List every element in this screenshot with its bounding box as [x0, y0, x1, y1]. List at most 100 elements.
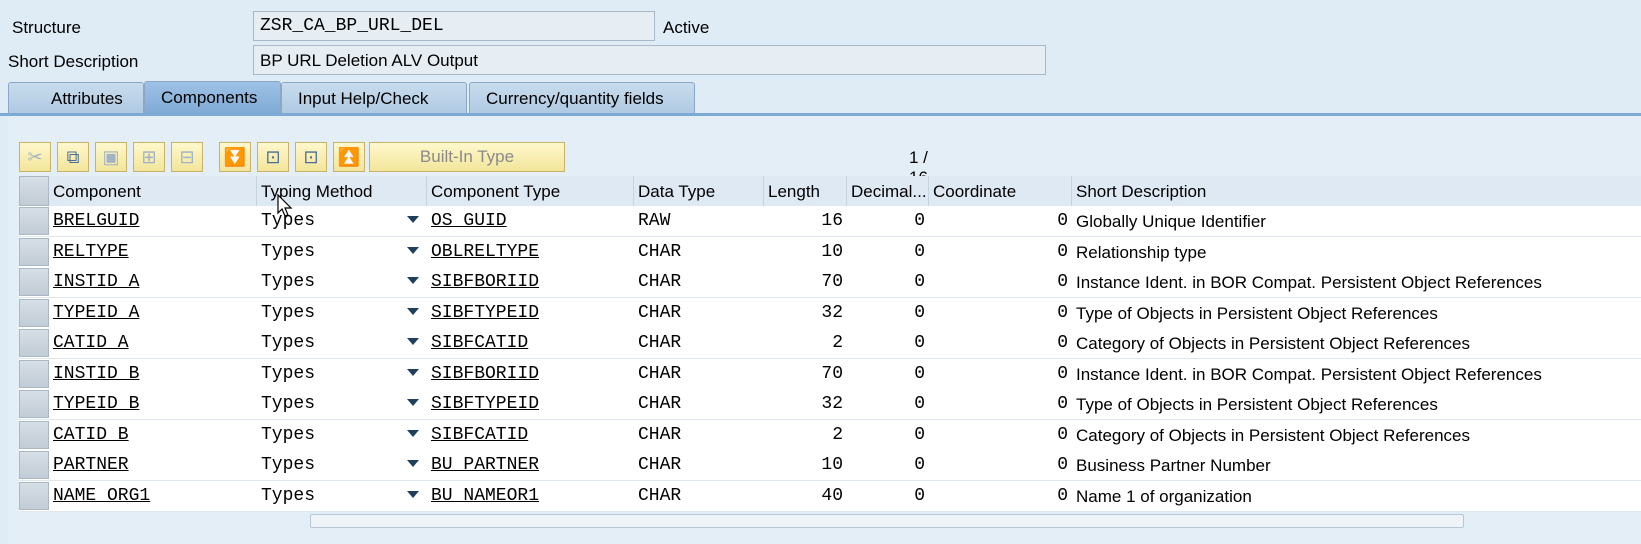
copy-icon[interactable]: ⧉: [57, 142, 89, 172]
table-row[interactable]: INSTID_B Types SIBFBORIID CHAR 70 0 0 Instance …: [19, 358, 1641, 390]
dropdown-arrow-icon[interactable]: [407, 368, 419, 376]
data-type-cell[interactable]: CHAR: [634, 450, 764, 480]
component-cell[interactable]: TYPEID_A: [49, 298, 257, 328]
column-header-decimal[interactable]: Decimal...: [847, 176, 929, 206]
dropdown-arrow-icon[interactable]: [407, 246, 419, 254]
decimal-cell[interactable]: 0: [847, 237, 929, 267]
row-selector[interactable]: [19, 359, 49, 388]
column-header-component-type[interactable]: Component Type: [427, 176, 634, 206]
coordinate-cell[interactable]: 0: [929, 450, 1072, 480]
column-header-length[interactable]: Length: [764, 176, 847, 206]
row-selector[interactable]: [19, 329, 49, 357]
table-row[interactable]: NAME_ORG1 Types BU_NAMEOR1 CHAR 40 0 0 Name 1 o…: [19, 480, 1641, 512]
typing-method-cell[interactable]: Types: [257, 328, 427, 358]
first-icon[interactable]: ⏬: [219, 142, 251, 172]
dropdown-arrow-icon[interactable]: [407, 399, 419, 406]
row-selector[interactable]: [19, 390, 49, 418]
row-selector[interactable]: [19, 237, 49, 266]
decimal-cell[interactable]: 0: [847, 450, 929, 480]
component-cell[interactable]: CATID_B: [49, 420, 257, 450]
length-cell[interactable]: 2: [764, 420, 847, 450]
column-header-short-description[interactable]: Short Description: [1072, 176, 1641, 206]
next-icon[interactable]: ⊡: [295, 142, 327, 172]
decimal-cell[interactable]: 0: [847, 328, 929, 358]
typing-method-cell[interactable]: Types: [257, 359, 427, 389]
delete-row-icon[interactable]: ⊟: [171, 142, 203, 172]
component-type-cell[interactable]: SIBFBORIID: [427, 359, 634, 389]
coordinate-cell[interactable]: 0: [929, 206, 1072, 236]
table-row[interactable]: CATID_B Types SIBFCATID CHAR 2 0 0 Category of …: [19, 419, 1641, 451]
previous-icon[interactable]: ⊡: [257, 142, 289, 172]
component-type-cell[interactable]: SIBFBORIID: [427, 267, 634, 297]
length-cell[interactable]: 2: [764, 328, 847, 358]
typing-method-cell[interactable]: Types: [257, 298, 427, 328]
component-cell[interactable]: RELTYPE: [49, 237, 257, 267]
built-in-type-button[interactable]: Built-In Type: [369, 142, 565, 172]
row-selector[interactable]: [19, 207, 49, 235]
row-selector[interactable]: [19, 420, 49, 449]
coordinate-cell[interactable]: 0: [929, 237, 1072, 267]
data-type-cell[interactable]: RAW: [634, 206, 764, 236]
coordinate-cell[interactable]: 0: [929, 267, 1072, 297]
length-cell[interactable]: 10: [764, 237, 847, 267]
component-type-cell[interactable]: SIBFTYPEID: [427, 298, 634, 328]
decimal-cell[interactable]: 0: [847, 267, 929, 297]
component-type-cell[interactable]: BU_PARTNER: [427, 450, 634, 480]
data-type-cell[interactable]: CHAR: [634, 298, 764, 328]
length-cell[interactable]: 32: [764, 389, 847, 419]
component-cell[interactable]: CATID_A: [49, 328, 257, 358]
cut-icon[interactable]: ✂: [19, 142, 51, 172]
table-row[interactable]: CATID_A Types SIBFCATID CHAR 2 0 0 Category of …: [19, 328, 1641, 359]
tab-currency-quantity-fields[interactable]: Currency/quantity fields: [469, 82, 695, 114]
component-cell[interactable]: INSTID_A: [49, 267, 257, 297]
coordinate-cell[interactable]: 0: [929, 389, 1072, 419]
coordinate-cell[interactable]: 0: [929, 420, 1072, 450]
row-selector[interactable]: [19, 298, 49, 327]
dropdown-arrow-icon[interactable]: [407, 338, 419, 345]
table-row[interactable]: PARTNER Types BU_PARTNER CHAR 10 0 0 Business P…: [19, 450, 1641, 481]
column-header-data-type[interactable]: Data Type: [634, 176, 764, 206]
component-cell[interactable]: TYPEID_B: [49, 389, 257, 419]
data-type-cell[interactable]: CHAR: [634, 267, 764, 297]
coordinate-cell[interactable]: 0: [929, 359, 1072, 389]
component-cell[interactable]: BRELGUID: [49, 206, 257, 236]
component-cell[interactable]: NAME_ORG1: [49, 481, 257, 511]
table-row[interactable]: INSTID_A Types SIBFBORIID CHAR 70 0 0 Instance …: [19, 267, 1641, 298]
component-cell[interactable]: PARTNER: [49, 450, 257, 480]
short-description-field[interactable]: BP URL Deletion ALV Output: [253, 45, 1046, 75]
length-cell[interactable]: 70: [764, 359, 847, 389]
component-type-cell[interactable]: OS_GUID: [427, 206, 634, 236]
dropdown-arrow-icon[interactable]: [407, 490, 419, 498]
typing-method-cell[interactable]: Types: [257, 237, 427, 267]
length-cell[interactable]: 32: [764, 298, 847, 328]
component-type-cell[interactable]: OBLRELTYPE: [427, 237, 634, 267]
decimal-cell[interactable]: 0: [847, 389, 929, 419]
tab-components[interactable]: Components: [144, 81, 281, 115]
table-row[interactable]: RELTYPE Types OBLRELTYPE CHAR 10 0 0 Relationsh…: [19, 236, 1641, 268]
decimal-cell[interactable]: 0: [847, 298, 929, 328]
length-cell[interactable]: 16: [764, 206, 847, 236]
data-type-cell[interactable]: CHAR: [634, 481, 764, 511]
length-cell[interactable]: 10: [764, 450, 847, 480]
component-cell[interactable]: INSTID_B: [49, 359, 257, 389]
component-type-cell[interactable]: SIBFTYPEID: [427, 389, 634, 419]
decimal-cell[interactable]: 0: [847, 359, 929, 389]
component-type-cell[interactable]: SIBFCATID: [427, 328, 634, 358]
table-row[interactable]: TYPEID_B Types SIBFTYPEID CHAR 32 0 0 Type of O…: [19, 389, 1641, 420]
dropdown-arrow-icon[interactable]: [407, 277, 419, 284]
last-icon[interactable]: ⏫: [333, 142, 365, 172]
typing-method-cell[interactable]: Types: [257, 267, 427, 297]
row-selector[interactable]: [19, 481, 49, 510]
length-cell[interactable]: 70: [764, 267, 847, 297]
length-cell[interactable]: 40: [764, 481, 847, 511]
select-all-cell[interactable]: [19, 176, 49, 206]
column-header-coordinate[interactable]: Coordinate: [929, 176, 1072, 206]
structure-field[interactable]: ZSR_CA_BP_URL_DEL: [253, 11, 655, 41]
dropdown-arrow-icon[interactable]: [407, 216, 419, 223]
table-row[interactable]: TYPEID_A Types SIBFTYPEID CHAR 32 0 0 Type of O…: [19, 297, 1641, 329]
component-type-cell[interactable]: SIBFCATID: [427, 420, 634, 450]
paste-icon[interactable]: ▣: [95, 142, 127, 172]
row-selector[interactable]: [19, 268, 49, 296]
data-type-cell[interactable]: CHAR: [634, 389, 764, 419]
row-selector[interactable]: [19, 451, 49, 479]
